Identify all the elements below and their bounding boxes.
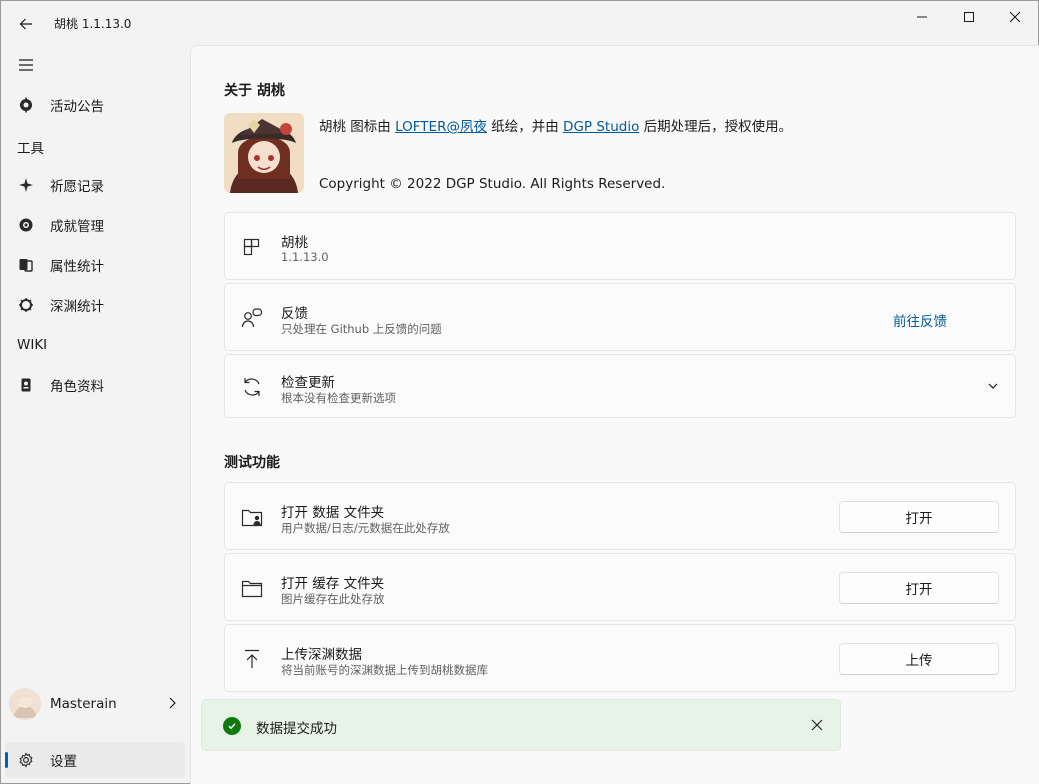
open-cache-folder-button[interactable]: 打开	[839, 572, 999, 604]
sidebar-item-attribute-stats[interactable]: 属性统计	[5, 247, 185, 283]
cards-icon	[17, 256, 35, 274]
folder-person-icon	[241, 506, 263, 528]
id-card-icon	[17, 376, 35, 394]
minimize-button[interactable]	[899, 1, 945, 33]
chevron-down-icon[interactable]	[987, 381, 999, 391]
infobar-close-button[interactable]	[806, 714, 828, 736]
sidebar-item-settings[interactable]: 设置	[5, 742, 185, 778]
version-number: 1.1.13.0	[281, 250, 329, 264]
back-button[interactable]	[13, 11, 39, 37]
app-version-icon	[241, 236, 263, 258]
minimize-icon	[917, 16, 927, 18]
about-section-title: 关于 胡桃	[224, 83, 285, 99]
check-update-card[interactable]: 检查更新 根本没有检查更新选项	[224, 354, 1016, 418]
app-window: 胡桃 1.1.13.0 活动公告 工具 祈愿记录 成就管理 属性统计 深渊统计 …	[0, 0, 1039, 784]
about-description: 胡桃 图标由 LOFTER@夙夜 纸绘，并由 DGP Studio 后期处理后，…	[319, 115, 792, 135]
arrow-left-icon	[19, 18, 32, 30]
maximize-icon	[964, 12, 974, 22]
success-infobar: 数据提交成功	[201, 699, 841, 751]
close-icon	[1009, 11, 1021, 23]
check-update-description: 根本没有检查更新选项	[281, 391, 396, 405]
test-section-title: 测试功能	[224, 455, 280, 471]
feedback-description: 只处理在 Github 上反馈的问题	[281, 322, 442, 336]
version-card: 胡桃 1.1.13.0	[224, 212, 1016, 280]
data-folder-card: 打开 数据 文件夹 用户数据/日志/元数据在此处存放 打开	[224, 482, 1016, 550]
sidebar-item-label: 属性统计	[50, 259, 104, 275]
refresh-icon	[241, 376, 263, 398]
people-feedback-icon	[241, 307, 263, 329]
data-folder-title: 打开 数据 文件夹	[281, 505, 385, 521]
settings-page: 关于 胡桃 胡桃 图标由 LOFTER@夙夜 纸绘，并由 DGP Studio …	[190, 45, 1039, 784]
infobar-message: 数据提交成功	[256, 721, 337, 737]
sidebar-item-label: 祈愿记录	[50, 179, 104, 195]
dgp-studio-link[interactable]: DGP Studio	[563, 119, 639, 135]
close-button[interactable]	[992, 1, 1038, 33]
upload-button[interactable]: 上传	[839, 643, 999, 675]
sidebar-item-wish-history[interactable]: 祈愿记录	[5, 167, 185, 203]
title-bar: 胡桃 1.1.13.0	[1, 1, 1038, 45]
sidebar: 活动公告 工具 祈愿记录 成就管理 属性统计 深渊统计 WIKI 角色资料 Ma…	[1, 45, 190, 783]
cache-folder-title: 打开 缓存 文件夹	[281, 576, 385, 592]
upload-abyss-card: 上传深渊数据 将当前账号的深渊数据上传到胡桃数据库 上传	[224, 624, 1016, 692]
gear-icon	[17, 751, 35, 769]
sidebar-item-abyss-stats[interactable]: 深渊统计	[5, 287, 185, 323]
sidebar-header-tools: 工具	[17, 141, 44, 157]
hamburger-icon	[19, 59, 33, 71]
sparkle-icon	[17, 176, 35, 194]
avatar	[9, 688, 41, 720]
sidebar-header-wiki: WIKI	[17, 337, 48, 353]
open-data-folder-button[interactable]: 打开	[839, 501, 999, 533]
go-feedback-link[interactable]: 前往反馈	[893, 310, 947, 330]
sidebar-item-label: 角色资料	[50, 379, 104, 395]
upload-arrow-icon	[241, 648, 263, 670]
achievement-icon	[17, 216, 35, 234]
data-folder-description: 用户数据/日志/元数据在此处存放	[281, 521, 450, 535]
about-desc-text: 纸绘，并由	[486, 119, 564, 135]
upload-abyss-description: 将当前账号的深渊数据上传到胡桃数据库	[281, 663, 488, 677]
user-name: Masterain	[50, 696, 117, 712]
user-account-row[interactable]: Masterain	[5, 683, 185, 725]
menu-toggle-button[interactable]	[11, 53, 41, 77]
sidebar-item-label: 活动公告	[50, 99, 104, 115]
folder-icon	[241, 577, 263, 599]
about-desc-text: 后期处理后，授权使用。	[639, 119, 793, 135]
app-logo-image	[224, 113, 304, 193]
compass-icon	[17, 96, 35, 114]
version-title: 胡桃	[281, 235, 308, 251]
close-icon	[811, 719, 823, 731]
feedback-title: 反馈	[281, 306, 308, 322]
check-update-title: 检查更新	[281, 375, 335, 391]
cache-folder-card: 打开 缓存 文件夹 图片缓存在此处存放 打开	[224, 553, 1016, 621]
sidebar-item-character-wiki[interactable]: 角色资料	[5, 367, 185, 403]
copyright-text: Copyright © 2022 DGP Studio. All Rights …	[319, 176, 666, 192]
sidebar-item-label: 成就管理	[50, 219, 104, 235]
selection-indicator	[5, 752, 8, 768]
upload-abyss-title: 上传深渊数据	[281, 647, 362, 663]
cache-folder-description: 图片缓存在此处存放	[281, 592, 385, 606]
maximize-button[interactable]	[946, 1, 992, 33]
sidebar-item-announcements[interactable]: 活动公告	[5, 87, 185, 123]
feedback-card: 反馈 只处理在 Github 上反馈的问题 前往反馈	[224, 283, 1016, 351]
sidebar-item-label: 深渊统计	[50, 299, 104, 315]
app-title: 胡桃 1.1.13.0	[54, 17, 132, 31]
checkmark-circle-icon	[223, 717, 241, 735]
about-desc-text: 胡桃 图标由	[319, 119, 396, 135]
sidebar-item-label: 设置	[50, 754, 77, 770]
lofter-link[interactable]: LOFTER@夙夜	[395, 119, 487, 135]
chevron-right-icon	[169, 697, 176, 709]
abyss-icon	[17, 296, 35, 314]
sidebar-item-achievements[interactable]: 成就管理	[5, 207, 185, 243]
